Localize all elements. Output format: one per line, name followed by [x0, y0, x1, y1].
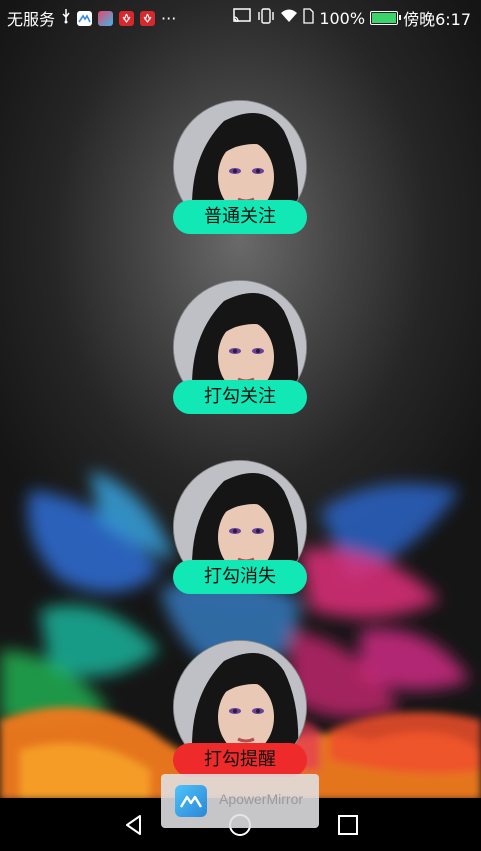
button-label: 打勾提醒: [204, 749, 276, 770]
apowermirror-logo-icon: [175, 785, 207, 817]
clock: 傍晚6:17: [403, 10, 471, 29]
follow-button-normal[interactable]: 普通关注: [173, 200, 307, 234]
carrier-text: 无服务: [7, 10, 56, 29]
button-label: 打勾关注: [204, 386, 276, 407]
apowermirror-label: ApowerMirror: [219, 791, 304, 807]
huawei-icon: [119, 10, 135, 26]
back-icon[interactable]: [121, 812, 147, 838]
vibrate-icon: [257, 8, 275, 28]
more-notifications: ···: [161, 8, 177, 28]
follow-button-check-remind[interactable]: 打勾提醒: [173, 743, 307, 777]
wifi-icon: [280, 8, 298, 28]
sim-icon: [303, 8, 314, 28]
apowermirror-app-icon: [77, 10, 93, 26]
recents-icon[interactable]: [335, 812, 361, 838]
button-label: 普通关注: [204, 206, 276, 227]
apowermirror-overlay[interactable]: ApowerMirror: [161, 774, 319, 828]
follow-button-check[interactable]: 打勾关注: [173, 380, 307, 414]
cast-icon: [232, 8, 252, 28]
button-label: 打勾消失: [204, 566, 276, 587]
app-icon-2: [98, 10, 114, 26]
usb-icon: [61, 8, 71, 28]
huawei-icon-2: [140, 10, 156, 26]
follow-button-check-disappear[interactable]: 打勾消失: [173, 560, 307, 594]
battery-percent: 100%: [319, 8, 366, 28]
battery-icon: [370, 11, 402, 25]
app-screen: 无服务 ··· 100% 傍晚6:17 普通关注 打勾关注 打勾消失 打勾提醒 …: [0, 0, 481, 851]
status-bar: 无服务 ··· 100% 傍晚6:17: [0, 0, 481, 32]
